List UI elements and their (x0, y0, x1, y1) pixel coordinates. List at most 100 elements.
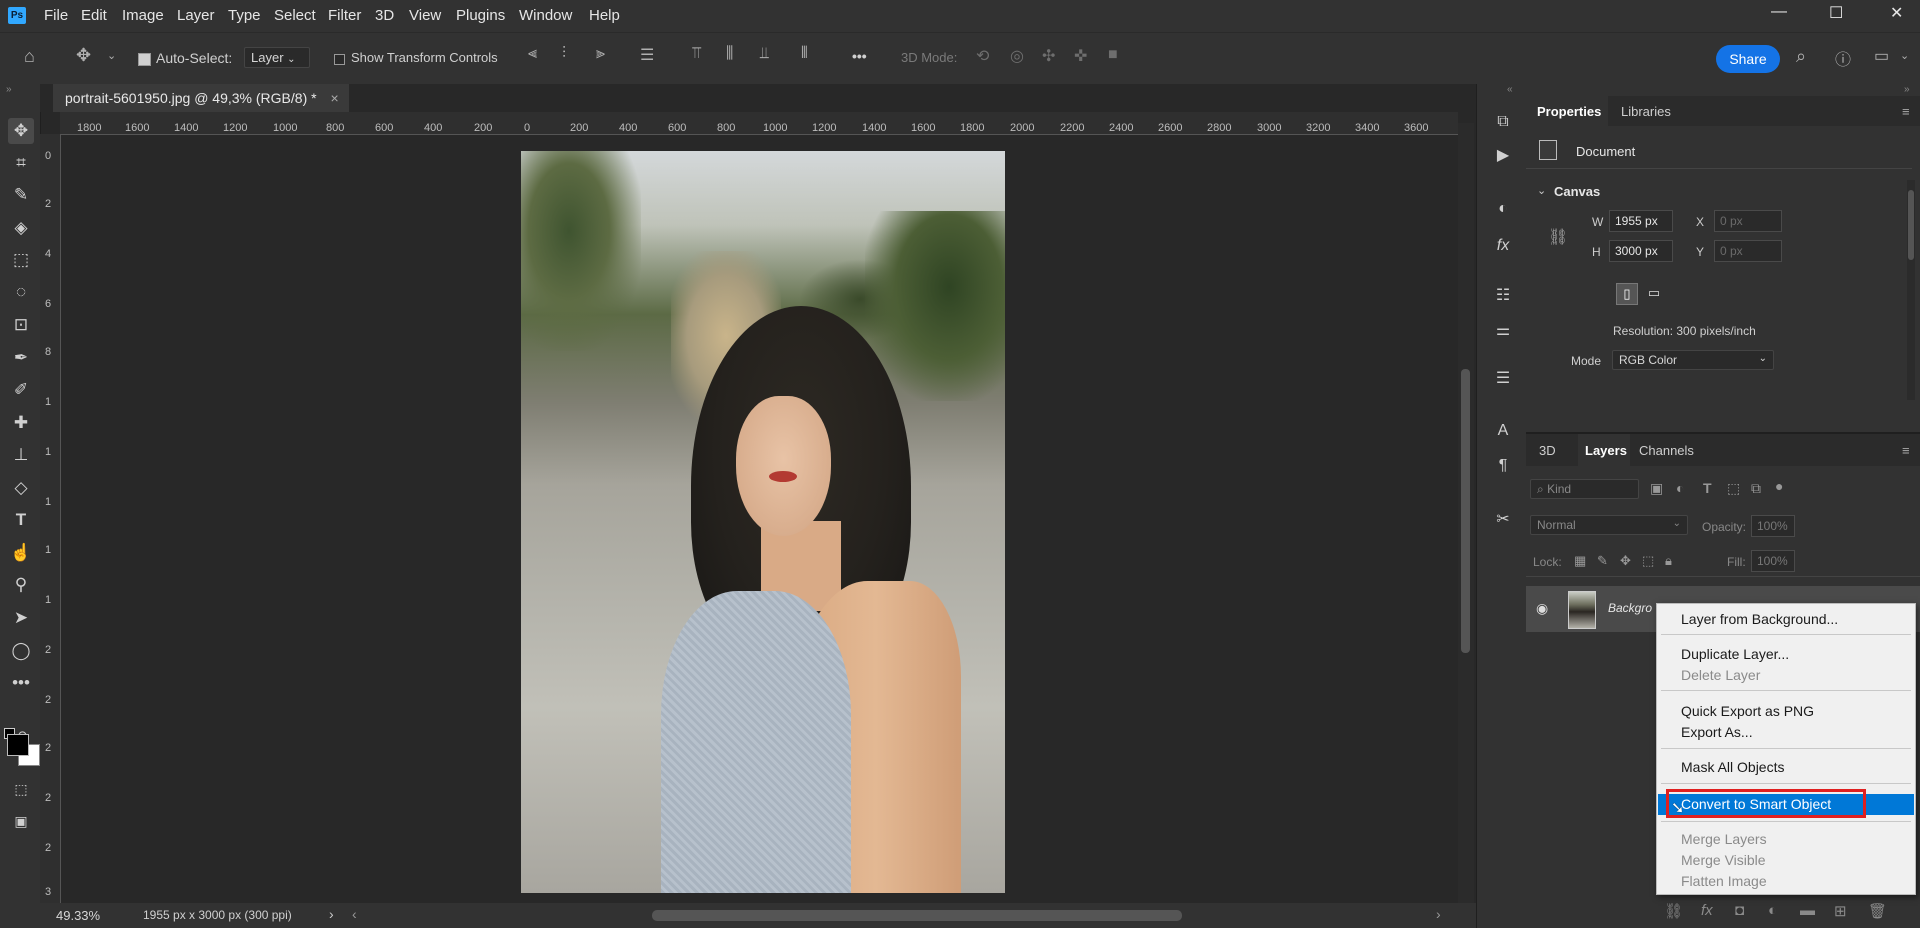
path-select-tool-icon[interactable]: ➤ (8, 605, 34, 631)
styles-fx-icon[interactable]: fx (1491, 234, 1515, 258)
smudge-tool-icon[interactable]: ☝ (8, 540, 34, 566)
tab-layers[interactable]: Layers (1585, 443, 1627, 458)
quick-mask-icon[interactable]: ⬚ (8, 776, 34, 802)
add-mask-icon[interactable]: ◘ (1735, 902, 1744, 919)
menu-type[interactable]: Type (228, 7, 261, 24)
crop-tool-icon[interactable]: ⌗ (8, 150, 34, 176)
link-icon[interactable]: ⛓ (1548, 227, 1568, 247)
document-tab[interactable]: portrait-5601950.jpg @ 49,3% (RGB/8) * × (53, 84, 349, 112)
filter-shape-icon[interactable]: ⬚ (1727, 480, 1740, 497)
menu-filter[interactable]: Filter (328, 7, 361, 24)
character-icon[interactable]: A (1491, 419, 1515, 443)
align-top-icon[interactable]: ⫪ (692, 45, 701, 63)
close-tab-icon[interactable]: × (330, 90, 338, 106)
status-menu-arrow-icon[interactable]: › (329, 906, 334, 922)
filter-smart-object-icon[interactable]: ⧉ (1751, 480, 1761, 497)
layer-name[interactable]: Backgro (1608, 601, 1652, 615)
share-button[interactable]: Share (1716, 45, 1780, 73)
history-icon[interactable]: ⧉ (1491, 110, 1515, 134)
mode-dropdown[interactable]: RGB Color ⌄ (1612, 350, 1774, 370)
lock-pixels-icon[interactable]: ✎ (1597, 553, 1608, 569)
lock-artboard-icon[interactable]: ⬚ (1642, 553, 1654, 569)
maximize-button[interactable]: ☐ (1829, 3, 1843, 23)
panel-menu-icon[interactable]: ≡ (1902, 104, 1910, 119)
distribute-icon[interactable]: ☰ (640, 45, 654, 65)
properties-scroll-thumb[interactable] (1908, 190, 1914, 260)
foreground-color-swatch[interactable] (7, 734, 29, 756)
brush-tool-icon[interactable]: ✐ (8, 377, 34, 403)
clone-source-icon[interactable]: ☰ (1491, 367, 1515, 391)
brushes-icon[interactable]: ☷ (1491, 284, 1515, 308)
menu-image[interactable]: Image (122, 7, 164, 24)
width-field[interactable]: 1955 px (1609, 210, 1673, 232)
ellipse-tool-icon[interactable]: ◯ (8, 638, 34, 664)
y-field[interactable]: 0 px (1714, 240, 1782, 262)
show-transform-checkbox[interactable] (334, 54, 345, 65)
properties-sliders-icon[interactable]: ⚌ (1491, 319, 1515, 343)
menu-select[interactable]: Select (274, 7, 316, 24)
landscape-orientation-icon[interactable]: ▭ (1644, 283, 1664, 303)
more-tools-icon[interactable]: ••• (8, 670, 34, 696)
menu-edit[interactable]: Edit (81, 7, 107, 24)
menu-item-export-as[interactable]: Export As... (1681, 724, 1753, 740)
align-left-icon[interactable]: ⫷ (528, 45, 537, 63)
fill-field[interactable]: 100% (1751, 550, 1795, 572)
object-select-tool-icon[interactable]: ⊡ (8, 312, 34, 338)
marquee-tool-icon[interactable]: ⬚ (8, 247, 34, 273)
scroll-left-icon[interactable]: ‹ (352, 906, 357, 922)
workspace-chevron-icon[interactable]: ⌄ (1900, 49, 1909, 62)
canvas-collapse-icon[interactable]: ⌄ (1537, 184, 1546, 197)
menu-item-quick-export-png[interactable]: Quick Export as PNG (1681, 703, 1814, 719)
filter-type-icon[interactable]: T (1703, 480, 1712, 496)
visibility-eye-icon[interactable]: ◉ (1536, 600, 1548, 617)
auto-select-dropdown[interactable]: Layer ⌄ (244, 47, 310, 68)
tab-3d[interactable]: 3D (1539, 443, 1556, 458)
more-options-icon[interactable]: ••• (852, 48, 867, 64)
actions-play-icon[interactable]: ▶ (1491, 144, 1515, 168)
lock-all-icon[interactable]: 🔒︎ (1665, 553, 1672, 569)
menu-file[interactable]: File (44, 7, 68, 24)
align-middle-icon[interactable]: ⫼ (726, 45, 733, 63)
search-icon[interactable]: ⌕ (1796, 46, 1806, 67)
properties-scrollbar[interactable] (1907, 180, 1915, 400)
chevron-down-icon[interactable]: ⌄ (107, 49, 116, 62)
height-field[interactable]: 3000 px (1609, 240, 1673, 262)
filter-pixel-icon[interactable]: ▣ (1650, 480, 1663, 497)
lasso-tool-icon[interactable]: ◌ (8, 279, 34, 305)
home-icon[interactable]: ⌂ (24, 46, 35, 67)
lock-transparent-icon[interactable]: ▦ (1574, 553, 1586, 569)
menu-layer[interactable]: Layer (177, 7, 215, 24)
filter-toggle-icon[interactable]: ● (1775, 478, 1783, 494)
tool-presets-icon[interactable]: ✂ (1491, 508, 1515, 532)
blend-mode-dropdown[interactable]: Normal ⌄ (1530, 515, 1688, 535)
portrait-photo[interactable] (521, 151, 1005, 893)
new-group-folder-icon[interactable]: ▬ (1800, 902, 1815, 919)
vertical-scrollbar[interactable] (1458, 123, 1474, 903)
menu-window[interactable]: Window (519, 7, 572, 24)
workspace-icon[interactable]: ▭ (1874, 46, 1889, 66)
menu-item-mask-all-objects[interactable]: Mask All Objects (1681, 759, 1784, 775)
minimize-button[interactable]: — (1771, 3, 1787, 21)
menu-item-duplicate-layer[interactable]: Duplicate Layer... (1681, 646, 1789, 662)
add-style-fx-icon[interactable]: fx (1701, 902, 1713, 919)
align-center-icon[interactable]: ⫶ (562, 45, 566, 63)
new-adjustment-icon[interactable]: ◐ (1768, 902, 1777, 919)
tab-libraries[interactable]: Libraries (1621, 104, 1671, 119)
x-field[interactable]: 0 px (1714, 210, 1782, 232)
menu-help[interactable]: Help (589, 7, 620, 24)
horizontal-scroll-thumb[interactable] (652, 910, 1182, 921)
align-right-icon[interactable]: ⫸ (596, 45, 605, 63)
tab-properties[interactable]: Properties (1537, 104, 1601, 119)
menu-item-layer-from-background[interactable]: Layer from Background... (1681, 611, 1838, 627)
align-bottom-icon[interactable]: ⫫ (760, 45, 769, 63)
new-layer-icon[interactable]: ⊞ (1834, 902, 1847, 920)
tab-channels[interactable]: Channels (1639, 443, 1694, 458)
menu-3d[interactable]: 3D (375, 7, 394, 24)
close-window-button[interactable]: ✕ (1890, 3, 1903, 23)
zoom-level[interactable]: 49.33% (56, 908, 100, 923)
dodge-tool-icon[interactable]: ⚲ (8, 572, 34, 598)
stamp-tool-icon[interactable]: ⊥ (8, 442, 34, 468)
menu-plugins[interactable]: Plugins (456, 7, 505, 24)
pen-tool-icon[interactable]: ✒ (8, 345, 34, 371)
layers-menu-icon[interactable]: ≡ (1902, 443, 1910, 458)
